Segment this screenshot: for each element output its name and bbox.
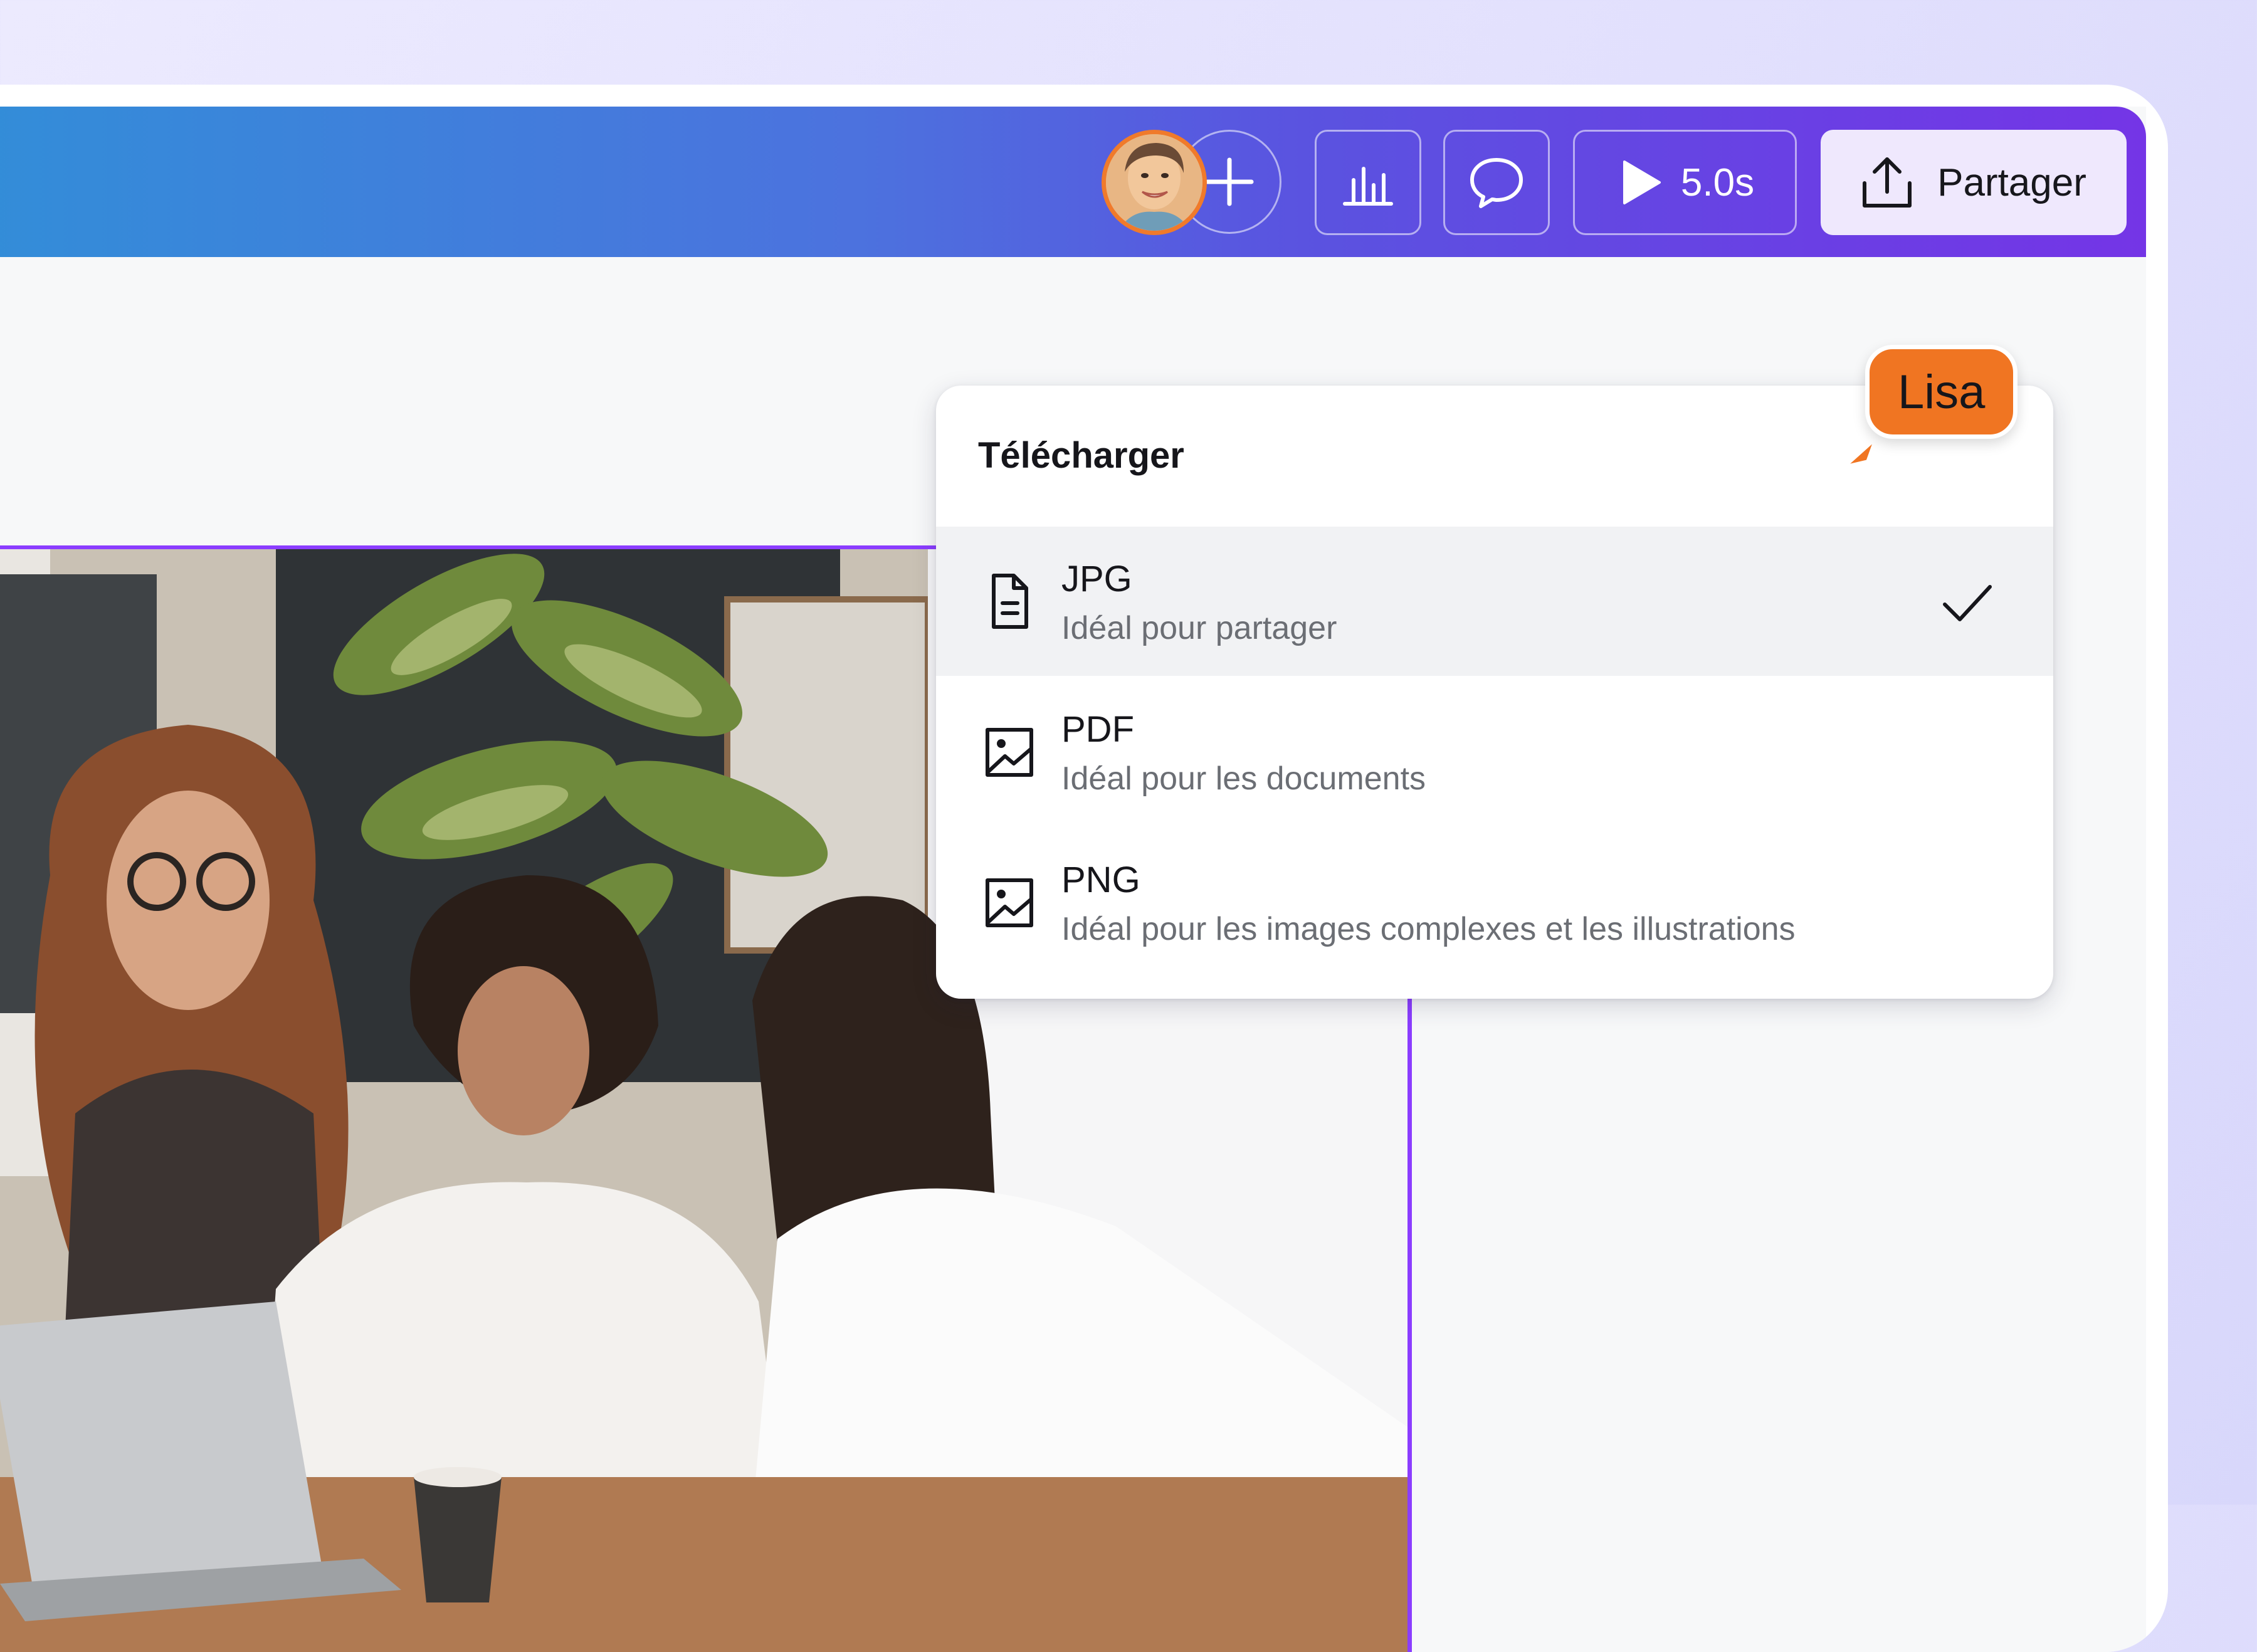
option-label: JPG	[1061, 559, 1132, 599]
bar-chart-icon	[1343, 167, 1393, 206]
collaborator-name-tag: Lisa	[1865, 345, 2018, 439]
option-description: Idéal pour les documents	[1061, 760, 1426, 797]
share-button[interactable]: Partager	[1821, 130, 2127, 235]
top-toolbar: 5.0s Partager	[0, 107, 2146, 257]
collaborator-name: Lisa	[1898, 365, 1986, 419]
comment-button[interactable]	[1443, 130, 1550, 235]
selection-outline-right	[1407, 972, 1412, 1652]
play-duration: 5.0s	[1680, 160, 1755, 204]
download-option-jpg[interactable]: JPG Idéal pour partager	[936, 527, 2053, 676]
upload-icon	[1863, 157, 1912, 208]
image-icon	[986, 728, 1033, 777]
play-icon	[1623, 160, 1661, 204]
play-button[interactable]: 5.0s	[1573, 130, 1797, 235]
option-label: PNG	[1061, 860, 1140, 900]
download-option-png[interactable]: PNG Idéal pour les images complexes et l…	[936, 828, 2053, 977]
document-icon	[992, 574, 1028, 629]
checkmark-icon	[1943, 585, 1992, 621]
dropdown-title: Télécharger	[978, 435, 1184, 476]
editor-canvas-area: 5.0s Partager Télécharger JPG Idéal pour…	[0, 107, 2146, 1652]
download-option-pdf[interactable]: PDF Idéal pour les documents	[936, 677, 2053, 826]
option-description: Idéal pour partager	[1061, 610, 1337, 646]
option-description: Idéal pour les images complexes et les i…	[1061, 911, 1796, 947]
editor-window: 5.0s Partager Télécharger JPG Idéal pour…	[0, 85, 2168, 1652]
share-label: Partager	[1937, 160, 2086, 204]
collaborator-cursor-icon	[1816, 433, 1880, 492]
option-label: PDF	[1061, 709, 1134, 750]
insights-button[interactable]	[1315, 130, 1421, 235]
avatar-photo	[1106, 134, 1202, 231]
user-avatar[interactable]	[1102, 130, 1207, 235]
image-icon	[986, 878, 1033, 927]
comment-icon	[1470, 158, 1523, 208]
